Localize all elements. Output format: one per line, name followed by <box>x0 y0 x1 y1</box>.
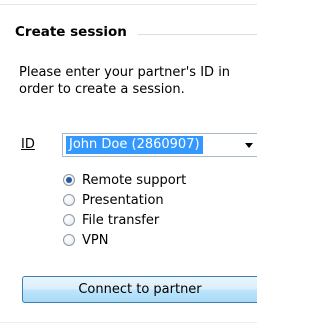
connect-to-partner-button[interactable]: Connect to partner <box>22 276 257 303</box>
radio-label[interactable]: File transfer <box>82 212 159 229</box>
radio-unselected-icon[interactable] <box>63 214 75 226</box>
id-label: ID <box>21 137 35 152</box>
partner-id-input[interactable]: John Doe (2860907) <box>66 136 203 154</box>
radio-dot <box>66 177 72 183</box>
chevron-down-icon[interactable] <box>245 143 253 148</box>
top-divider <box>0 4 257 5</box>
instructions-text: Please enter your partner's ID in order … <box>19 65 231 97</box>
radio-label[interactable]: Remote support <box>82 172 186 189</box>
radio-selected-icon[interactable] <box>63 174 75 186</box>
section-title-rule <box>138 34 257 35</box>
radio-unselected-icon[interactable] <box>63 194 75 206</box>
radio-label[interactable]: Presentation <box>82 192 164 209</box>
bottom-divider <box>0 322 257 323</box>
radio-unselected-icon[interactable] <box>63 234 75 246</box>
radio-label[interactable]: VPN <box>82 232 108 249</box>
partner-id-combobox[interactable]: John Doe (2860907) <box>62 133 257 157</box>
section-title: Create session <box>15 24 127 40</box>
create-session-panel: Create session Please enter your partner… <box>0 0 257 329</box>
